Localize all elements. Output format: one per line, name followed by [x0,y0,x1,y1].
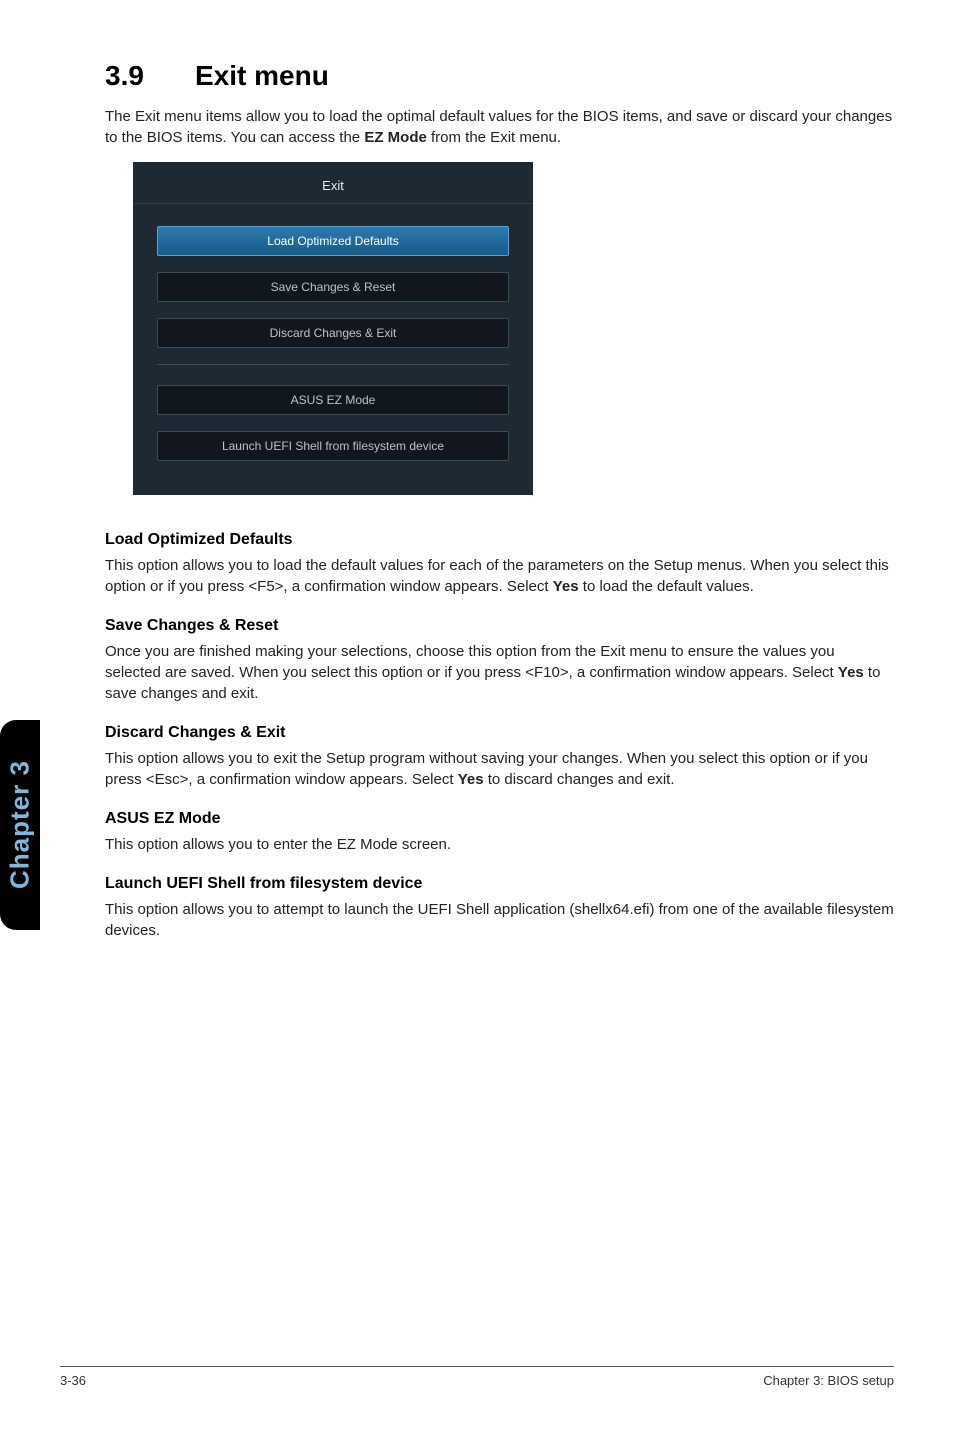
intro-text-post: from the Exit menu. [427,129,561,146]
bios-divider [157,364,509,365]
intro-text-bold: EZ Mode [364,129,427,146]
bios-exit-panel: Exit Load Optimized Defaults Save Change… [133,162,533,495]
intro-paragraph: The Exit menu items allow you to load th… [105,106,894,148]
save-reset-text: Once you are finished making your select… [105,641,894,704]
bios-ez-mode-button[interactable]: ASUS EZ Mode [157,385,509,415]
uefi-shell-text: This option allows you to attempt to lau… [105,899,894,941]
text-bold: Yes [553,578,579,595]
footer-chapter-label: Chapter 3: BIOS setup [763,1373,894,1388]
save-reset-heading: Save Changes & Reset [105,617,894,635]
bios-load-defaults-button[interactable]: Load Optimized Defaults [157,226,509,256]
discard-exit-text: This option allows you to exit the Setup… [105,748,894,790]
section-number: 3.9 [105,60,195,92]
text-bold: Yes [838,664,864,681]
bios-button-stack: Load Optimized Defaults Save Changes & R… [133,204,533,461]
bios-launch-uefi-button[interactable]: Launch UEFI Shell from filesystem device [157,431,509,461]
text-segment: Once you are finished making your select… [105,643,838,681]
section-heading: Exit menu [195,60,329,91]
text-segment: This option allows you to load the defau… [105,557,889,595]
page-content: 3.9Exit menu The Exit menu items allow y… [0,0,954,941]
ez-mode-heading: ASUS EZ Mode [105,810,894,828]
chapter-tab: Chapter 3 [0,720,40,930]
load-defaults-text: This option allows you to load the defau… [105,555,894,597]
load-defaults-heading: Load Optimized Defaults [105,531,894,549]
page-footer: 3-36 Chapter 3: BIOS setup [60,1366,894,1388]
discard-exit-heading: Discard Changes & Exit [105,724,894,742]
uefi-shell-heading: Launch UEFI Shell from filesystem device [105,875,894,893]
text-segment: to discard changes and exit. [484,771,675,788]
bios-discard-exit-button[interactable]: Discard Changes & Exit [157,318,509,348]
bios-save-reset-button[interactable]: Save Changes & Reset [157,272,509,302]
text-bold: Yes [458,771,484,788]
text-segment: to load the default values. [579,578,754,595]
bios-panel-title: Exit [133,162,533,204]
ez-mode-text: This option allows you to enter the EZ M… [105,834,894,855]
section-title: 3.9Exit menu [105,60,894,92]
page-number: 3-36 [60,1373,86,1388]
